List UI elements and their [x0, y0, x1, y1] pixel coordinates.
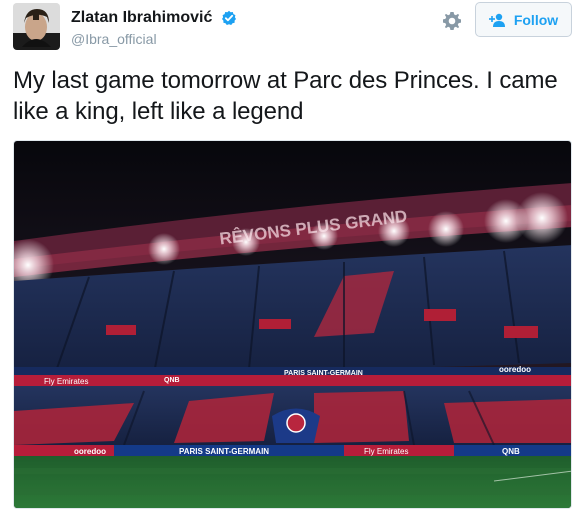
band-qnb-text: QNB — [164, 377, 180, 384]
board-qnb-text: QNB — [502, 447, 520, 456]
follow-person-plus-icon — [488, 13, 505, 27]
board-ooredoo-text: ooredoo — [74, 447, 106, 456]
board-flyemirates-text: Fly Emirates — [364, 447, 408, 456]
display-name[interactable]: Zlatan Ibrahimović — [71, 8, 212, 28]
band-ooredoo-text: ooredoo — [499, 365, 531, 374]
band-flyemirates-text: Fly Emirates — [44, 377, 88, 386]
user-handle[interactable]: @Ibra_official — [71, 30, 237, 48]
follow-button[interactable]: Follow — [475, 2, 572, 37]
follow-label: Follow — [513, 11, 559, 28]
verified-badge-icon — [221, 10, 236, 25]
user-names: Zlatan Ibrahimović @Ibra_official — [71, 8, 237, 48]
band-club-text: PARIS SAINT-GERMAIN — [284, 370, 363, 377]
gear-icon[interactable] — [440, 9, 464, 33]
tweet-photo[interactable]: RÊVONS PLUS GRAND — [13, 140, 572, 509]
board-club-text: PARIS SAINT-GERMAIN — [179, 447, 269, 456]
tweet-text: My last game tomorrow at Parc des Prince… — [13, 67, 558, 125]
tweet-card: Zlatan Ibrahimović @Ibra_official Follow… — [0, 0, 585, 515]
avatar[interactable] — [13, 3, 60, 50]
